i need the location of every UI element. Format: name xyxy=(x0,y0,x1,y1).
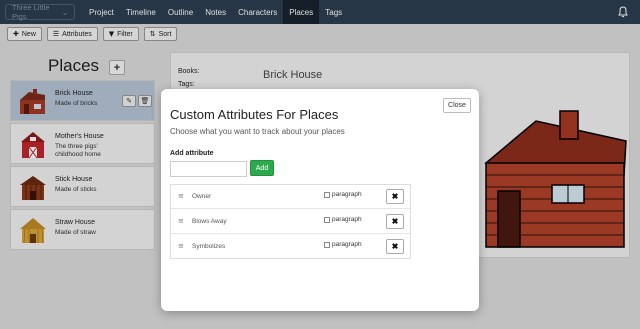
delete-attribute-button[interactable]: ✖ xyxy=(386,214,404,229)
attribute-row: ≡ Blows Away paragraph ✖ xyxy=(171,210,410,234)
add-attribute-input[interactable] xyxy=(170,161,247,177)
paragraph-checkbox[interactable] xyxy=(324,216,330,223)
custom-attributes-modal: Close Custom Attributes For Places Choos… xyxy=(161,89,479,311)
drag-handle-icon[interactable]: ≡ xyxy=(178,192,184,200)
attribute-name: Owner xyxy=(192,193,212,200)
drag-handle-icon[interactable]: ≡ xyxy=(178,242,184,250)
attribute-row: ≡ Symbolizes paragraph ✖ xyxy=(171,235,410,259)
attribute-name: Blows Away xyxy=(192,218,227,225)
attribute-name: Symbolizes xyxy=(192,243,226,250)
attribute-list: ≡ Owner paragraph ✖ ≡ Blows Away paragra… xyxy=(170,184,411,259)
paragraph-checkbox[interactable] xyxy=(324,241,330,248)
add-attribute-label: Add attribute xyxy=(170,150,214,157)
attribute-row: ≡ Owner paragraph ✖ xyxy=(171,185,410,209)
add-attribute-button[interactable]: Add xyxy=(250,160,274,176)
paragraph-option[interactable]: paragraph xyxy=(324,241,362,248)
close-button[interactable]: Close xyxy=(443,98,471,113)
drag-handle-icon[interactable]: ≡ xyxy=(178,217,184,225)
paragraph-option[interactable]: paragraph xyxy=(324,191,362,198)
paragraph-label: paragraph xyxy=(332,241,362,248)
delete-attribute-button[interactable]: ✖ xyxy=(386,189,404,204)
delete-attribute-button[interactable]: ✖ xyxy=(386,239,404,254)
paragraph-label: paragraph xyxy=(332,216,362,223)
modal-subtitle: Choose what you want to track about your… xyxy=(170,127,345,136)
paragraph-label: paragraph xyxy=(332,191,362,198)
paragraph-checkbox[interactable] xyxy=(324,191,330,198)
modal-title: Custom Attributes For Places xyxy=(170,107,339,122)
paragraph-option[interactable]: paragraph xyxy=(324,216,362,223)
